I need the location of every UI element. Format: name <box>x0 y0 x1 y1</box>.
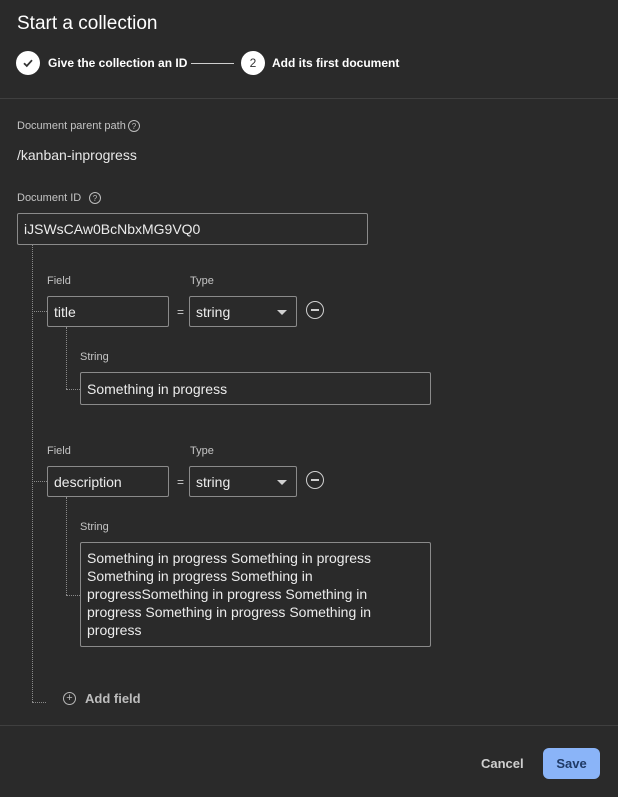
dropdown-arrow-icon <box>277 310 287 315</box>
field-value-text: Something in progress <box>87 380 228 397</box>
field-name-value: description <box>54 473 122 490</box>
type-select-value: string <box>196 303 231 320</box>
add-field-button[interactable]: Add field <box>85 691 141 706</box>
field-value-textarea[interactable]: Something in progress Something in progr… <box>80 542 431 647</box>
tree-branch-field-1 <box>32 311 47 312</box>
step-2-label: Add its first document <box>272 56 400 70</box>
value-label: String <box>80 521 109 533</box>
tree-sub-line-2 <box>66 497 67 595</box>
field-value-input[interactable]: Something in progress <box>80 372 431 405</box>
parent-path-help-icon[interactable]: ? <box>128 120 140 132</box>
type-select-value: string <box>196 473 231 490</box>
tree-sub-line-1 <box>66 327 67 389</box>
tree-main-line <box>32 245 33 702</box>
field-label: Field <box>47 445 71 457</box>
document-id-label: Document ID <box>17 192 82 204</box>
equals-sign: = <box>177 475 185 489</box>
tree-sub-branch-2 <box>66 595 80 596</box>
type-label: Type <box>190 445 214 457</box>
field-name-input[interactable]: title <box>47 296 169 327</box>
field-name-value: title <box>54 303 76 320</box>
document-id-value: iJSWsCAw0BcNbxMG9VQ0 <box>24 221 201 237</box>
tree-branch-field-2 <box>32 481 47 482</box>
equals-sign: = <box>177 305 185 319</box>
remove-field-icon[interactable] <box>306 471 324 489</box>
dropdown-arrow-icon <box>277 480 287 485</box>
step-1-complete-check-icon <box>16 51 40 75</box>
cancel-button[interactable]: Cancel <box>481 756 524 771</box>
remove-field-icon[interactable] <box>306 301 324 319</box>
footer-divider <box>0 725 618 726</box>
field-name-input[interactable]: description <box>47 466 169 497</box>
save-button[interactable]: Save <box>543 748 600 779</box>
tree-branch-add-field <box>32 702 46 703</box>
stepper-connector <box>191 63 234 64</box>
tree-sub-branch-1 <box>66 389 80 390</box>
value-label: String <box>80 351 109 363</box>
header-divider <box>0 98 618 99</box>
type-select[interactable]: string <box>189 296 297 327</box>
document-id-input[interactable]: iJSWsCAw0BcNbxMG9VQ0 <box>17 213 368 245</box>
type-label: Type <box>190 275 214 287</box>
add-icon: + <box>63 692 76 705</box>
field-label: Field <box>47 275 71 287</box>
dialog-title: Start a collection <box>17 13 158 34</box>
type-select[interactable]: string <box>189 466 297 497</box>
step-2-number: 2 <box>241 51 265 75</box>
parent-path-value: /kanban-inprogress <box>17 147 137 163</box>
parent-path-label: Document parent path <box>17 120 126 132</box>
step-1-label: Give the collection an ID <box>48 56 188 70</box>
document-id-help-icon[interactable]: ? <box>89 192 101 204</box>
